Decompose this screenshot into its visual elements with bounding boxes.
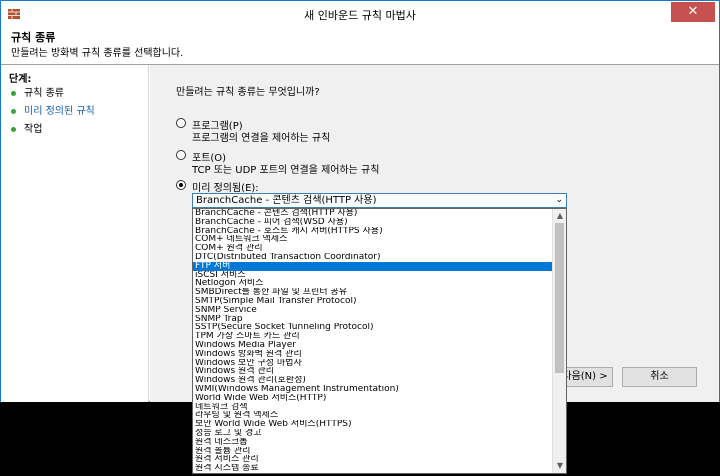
page-subtitle: 만들려는 방화벽 규칙 종류를 선택합니다. — [11, 48, 184, 59]
page-title: 규칙 종류 — [11, 31, 56, 44]
dropdown-item[interactable]: BranchCache - 호스트 캐시 서버(HTTPS 사용) — [193, 227, 553, 236]
predefined-radio[interactable] — [176, 180, 186, 190]
dropdown-item[interactable]: COM+ 원격 관리 — [193, 244, 553, 253]
step-label: 미리 정의된 규칙 — [24, 106, 95, 117]
title-bar: 새 인바운드 규칙 마법사 ✕ — [1, 1, 719, 27]
dropdown-item[interactable]: WMI(Windows Management Instrumentation) — [193, 385, 553, 394]
steps-title: 단계: — [9, 74, 32, 85]
dropdown-item[interactable]: 네트워크 검색 — [193, 403, 553, 412]
dropdown-item[interactable]: Windows Media Player — [193, 341, 553, 350]
chevron-down-icon[interactable]: ⌄ — [555, 194, 563, 207]
step-action[interactable]: 작업 — [11, 123, 42, 137]
dropdown-item[interactable]: DTC(Distributed Transaction Coordinator) — [193, 253, 553, 262]
scroll-thumb[interactable] — [555, 223, 564, 373]
dropdown-item[interactable]: SMTP(Simple Mail Transfer Protocol) — [193, 297, 553, 306]
dropdown-item[interactable]: Windows 원격 관리 — [193, 367, 553, 376]
predefined-rule-dropdown[interactable]: BranchCache - 콘텐츠 검색(HTTP 사용) BranchCache… — [192, 208, 567, 474]
dropdown-item[interactable]: World Wide Web 서비스(HTTP) — [193, 394, 553, 403]
dropdown-item[interactable]: 원격 볼륨 관리 — [193, 447, 553, 456]
cancel-button[interactable]: 취소 — [622, 367, 697, 387]
port-radio[interactable] — [176, 150, 186, 160]
dropdown-item[interactable]: BranchCache - 콘텐츠 검색(HTTP 사용) — [193, 209, 553, 218]
close-button[interactable]: ✕ — [671, 2, 715, 22]
port-option-desc: TCP 또는 UDP 포트의 연결을 제어하는 규칙 — [192, 165, 380, 176]
dropdown-item[interactable]: Windows 보안 구성 마법사 — [193, 359, 553, 368]
step-done-icon — [11, 126, 16, 132]
dropdown-item[interactable]: Windows 원격 관리(호환성) — [193, 376, 553, 385]
dropdown-item[interactable]: SNMP Trap — [193, 315, 553, 324]
step-predefined-rules[interactable]: 미리 정의된 규칙 — [11, 105, 95, 119]
predefined-rule-select[interactable]: BranchCache - 콘텐츠 검색(HTTP 사용) ⌄ — [192, 193, 567, 208]
step-done-icon — [11, 108, 16, 114]
dropdown-item[interactable]: SNMP Service — [193, 306, 553, 315]
dropdown-item[interactable]: SSTP(Secure Socket Tunneling Protocol) — [193, 323, 553, 332]
dropdown-item[interactable]: 라우팅 및 원격 액세스 — [193, 411, 553, 420]
step-rule-type[interactable]: 규칙 종류 — [11, 87, 64, 101]
step-label: 규칙 종류 — [24, 88, 64, 99]
dropdown-item[interactable]: 원격 데스크톱 — [193, 438, 553, 447]
dropdown-item[interactable]: iSCSI 서비스 — [193, 271, 553, 280]
dropdown-item[interactable]: Windows 방화벽 원격 관리 — [193, 350, 553, 359]
select-value: BranchCache - 콘텐츠 검색(HTTP 사용) — [196, 195, 377, 206]
dropdown-item[interactable]: TPM 가상 스마트 카드 관리 — [193, 332, 553, 341]
program-radio[interactable] — [176, 118, 186, 128]
step-label: 작업 — [24, 124, 43, 135]
question-text: 만들려는 규칙 종류는 무엇입니까? — [176, 87, 320, 98]
dropdown-scrollbar[interactable]: ▲ ▼ — [552, 209, 566, 473]
program-option-desc: 프로그램의 연결을 제어하는 규칙 — [192, 133, 331, 144]
window-title: 새 인바운드 규칙 마법사 — [304, 9, 416, 22]
dropdown-item[interactable]: 보안 World Wide Web 서비스(HTTPS) — [193, 420, 553, 429]
page-header: 규칙 종류 만들려는 방화벽 규칙 종류를 선택합니다. — [1, 27, 719, 65]
dropdown-item[interactable]: 원격 시스템 종료 — [193, 464, 553, 473]
step-done-icon — [11, 90, 16, 96]
dropdown-item[interactable]: Netlogon 서비스 — [193, 279, 553, 288]
dropdown-item[interactable]: COM+ 네트워크 액세스 — [193, 235, 553, 244]
dropdown-item[interactable]: 원격 서비스 관리 — [193, 455, 553, 464]
dropdown-item[interactable]: 성능 로그 및 경고 — [193, 429, 553, 438]
dropdown-item[interactable]: BranchCache - 피어 검색(WSD 사용) — [193, 218, 553, 227]
dropdown-item[interactable]: FTP 서버 — [193, 261, 553, 271]
dropdown-item[interactable]: SMBDirect를 통한 파일 및 프린터 공유 — [193, 288, 553, 297]
steps-panel: 단계: 규칙 종류 미리 정의된 규칙 작업 — [1, 65, 149, 402]
predefined-option-label[interactable]: 미리 정의됨(E): — [192, 179, 259, 194]
scroll-up-icon[interactable]: ▲ — [553, 209, 566, 223]
dropdown-list: BranchCache - 콘텐츠 검색(HTTP 사용) BranchCache… — [193, 209, 553, 473]
scroll-down-icon[interactable]: ▼ — [553, 459, 566, 473]
